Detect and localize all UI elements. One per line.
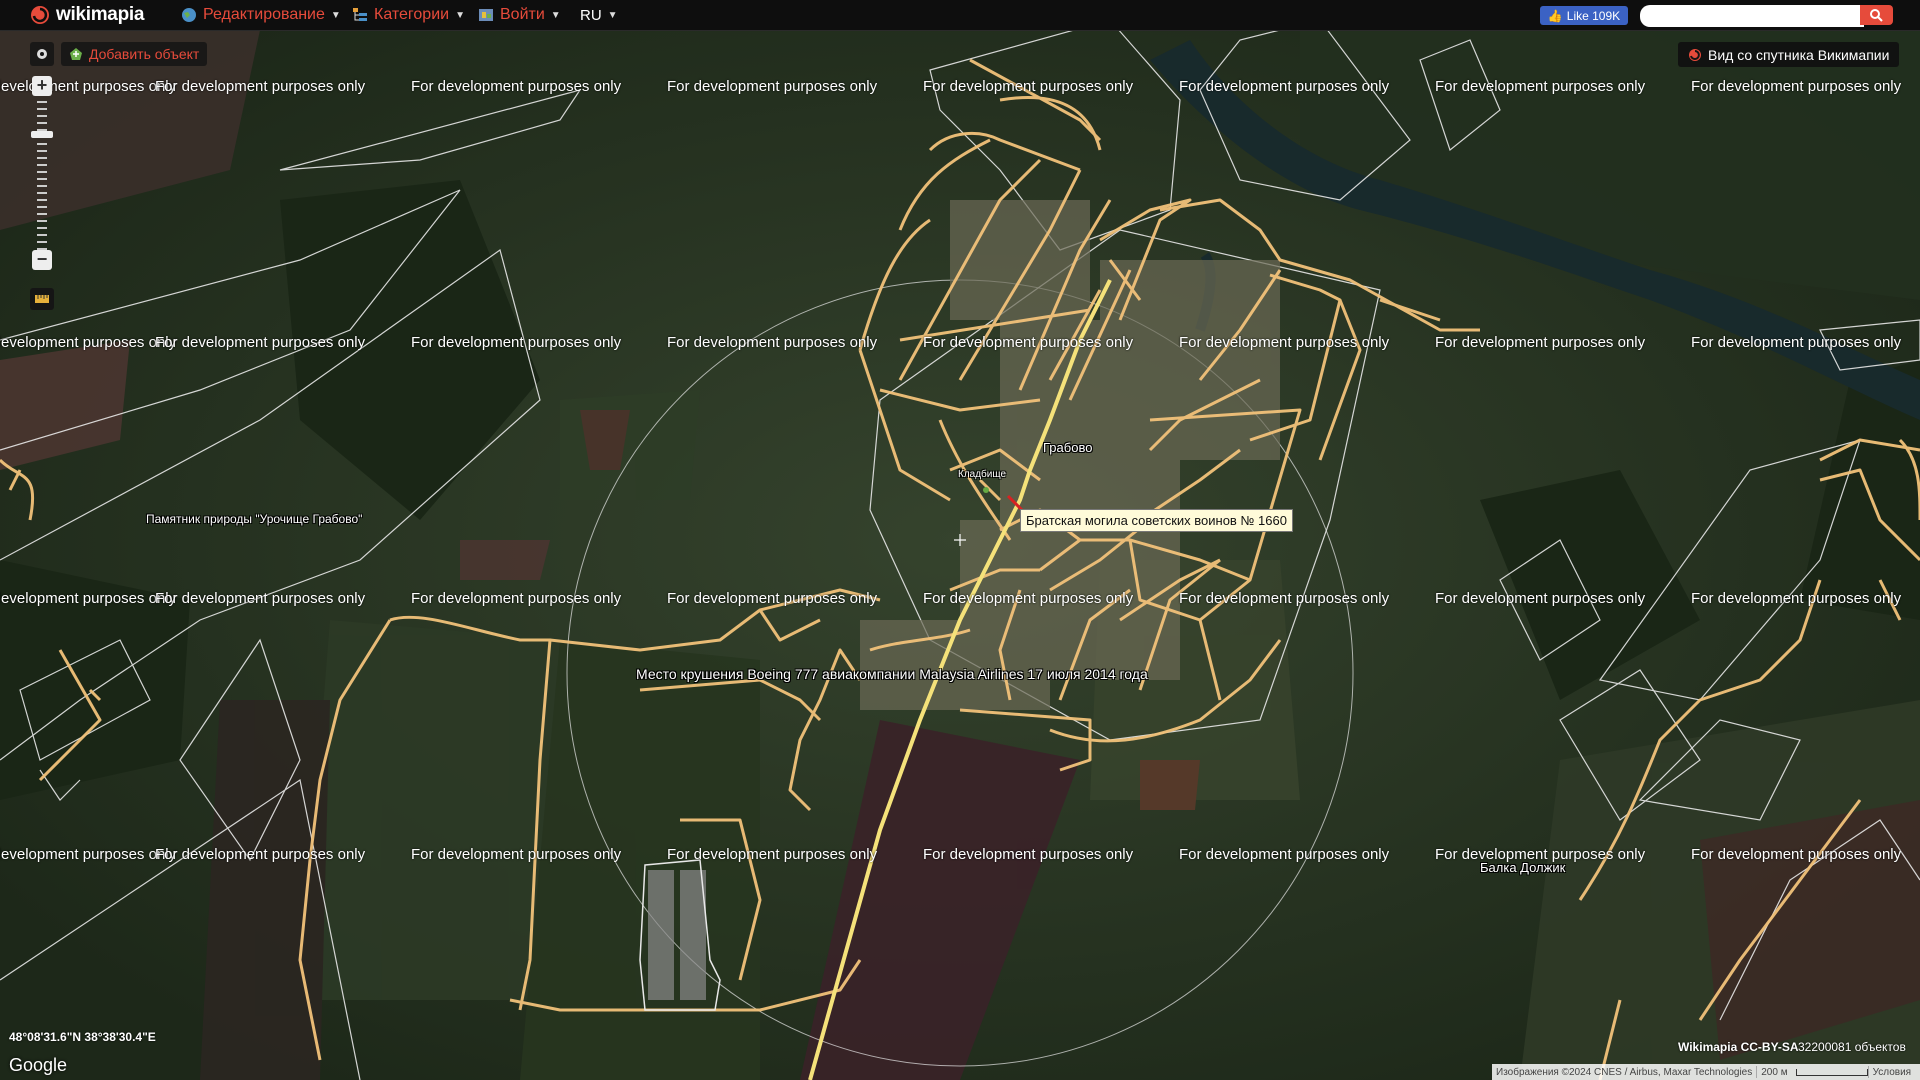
menu-edit[interactable]: Редактирование ▼ xyxy=(181,0,341,30)
ruler-icon xyxy=(35,295,49,303)
menu-categories[interactable]: Категории ▼ xyxy=(352,0,465,30)
watermark-text: For development purposes only xyxy=(0,334,177,351)
zoom-in-button[interactable]: + xyxy=(32,76,52,96)
zoom-slider-knob[interactable] xyxy=(31,131,53,138)
google-logo[interactable]: Google xyxy=(9,1055,67,1076)
chevron-down-icon: ▼ xyxy=(550,9,561,21)
facebook-like-button[interactable]: 👍 Like 109K xyxy=(1540,6,1628,25)
license-link[interactable]: Wikimapia CC-BY-SA xyxy=(1678,1040,1799,1054)
add-object-icon xyxy=(70,48,82,60)
watermark-text: For development purposes only xyxy=(0,846,177,863)
wikimapia-logo-icon xyxy=(31,6,49,24)
nature-monument-label[interactable]: Памятник природы "Урочище Грабово" xyxy=(146,512,362,526)
scale-bar xyxy=(1795,1068,1868,1076)
watermark-text: For development purposes only xyxy=(155,334,366,351)
watermark-text: For development purposes only xyxy=(1435,78,1646,95)
zoom-track[interactable] xyxy=(37,94,47,250)
top-bar: wikimapia Редактирование ▼ Категории ▼ В… xyxy=(0,0,1920,31)
terms-link[interactable]: Условия xyxy=(1869,1067,1916,1078)
watermark-text: For development purposes only xyxy=(1435,334,1646,351)
search-button[interactable] xyxy=(1860,5,1893,25)
watermark-text: For development purposes only xyxy=(1179,78,1390,95)
language-label: RU xyxy=(580,6,602,24)
watermark-text: For development purposes only xyxy=(1691,334,1902,351)
facebook-like-label: Like 109K xyxy=(1566,8,1621,23)
cemetery-marker xyxy=(983,487,989,493)
cursor-coordinates: 48°08'31.6"N 38°38'30.4"E xyxy=(9,1030,156,1044)
menu-login[interactable]: Войти ▼ xyxy=(478,0,561,30)
scale-label: 200 м xyxy=(1761,1066,1788,1078)
map-canvas xyxy=(0,0,1920,1080)
watermark-text: For development purposes only xyxy=(411,590,622,607)
watermark-text: For development purposes only xyxy=(923,78,1134,95)
menu-edit-label: Редактирование xyxy=(203,6,325,23)
memorial-tooltip: Братская могила советских воинов № 1660 xyxy=(1020,509,1293,532)
login-icon xyxy=(479,9,493,21)
watermark-text: For development purposes only xyxy=(0,590,177,607)
add-object-label: Добавить объект xyxy=(89,46,200,62)
watermark-text: For development purposes only xyxy=(667,334,878,351)
satellite-view-button[interactable]: Вид со спутника Викимапии xyxy=(1678,42,1900,67)
satellite-view-label: Вид со спутника Викимапии xyxy=(1708,46,1890,63)
globe-icon xyxy=(182,8,196,22)
ruler-button[interactable] xyxy=(30,288,54,310)
watermark-text: For development purposes only xyxy=(1179,590,1390,607)
watermark-text: For development purposes only xyxy=(155,78,366,95)
watermark-text: For development purposes only xyxy=(1691,590,1902,607)
cemetery-label[interactable]: Кладбище xyxy=(958,469,1006,480)
watermark-text: For development purposes only xyxy=(155,590,366,607)
satellite-map[interactable] xyxy=(0,0,1920,1080)
imagery-credit: Изображения ©2024 CNES / Airbus, Maxar T… xyxy=(1496,1066,1753,1078)
watermark-text: For development purposes only xyxy=(1435,590,1646,607)
watermark-text: For development purposes only xyxy=(923,846,1134,863)
language-selector[interactable]: RU ▼ xyxy=(580,0,618,30)
village-label[interactable]: Грабово xyxy=(1043,440,1092,455)
search-icon xyxy=(1870,8,1883,22)
wikimapia-logo[interactable]: wikimapia xyxy=(30,3,144,27)
crash-site-label[interactable]: Место крушения Boeing 777 авиакомпании M… xyxy=(636,666,1148,682)
watermark-text: For development purposes only xyxy=(923,590,1134,607)
add-object-button[interactable]: Добавить объект xyxy=(61,42,208,66)
watermark-text: For development purposes only xyxy=(667,590,878,607)
attribution-bar: Изображения ©2024 CNES / Airbus, Maxar T… xyxy=(1492,1064,1920,1080)
search-input[interactable] xyxy=(1640,5,1864,27)
watermark-text: For development purposes only xyxy=(155,846,366,863)
chevron-down-icon: ▼ xyxy=(455,9,465,21)
ravine-label[interactable]: Балка Должик xyxy=(1480,860,1565,875)
settings-button[interactable] xyxy=(30,42,54,66)
object-count: 32200081 объектов xyxy=(1798,1040,1906,1054)
zoom-control[interactable]: + − xyxy=(30,76,54,272)
watermark-text: For development purposes only xyxy=(923,334,1134,351)
watermark-text: For development purposes only xyxy=(411,78,622,95)
category-tree-icon xyxy=(353,8,367,21)
watermark-text: For development purposes only xyxy=(667,846,878,863)
watermark-text: For development purposes only xyxy=(1179,846,1390,863)
gear-icon xyxy=(37,49,47,59)
chevron-down-icon: ▼ xyxy=(330,9,341,21)
watermark-text: For development purposes only xyxy=(1691,78,1902,95)
watermark-text: For development purposes only xyxy=(1691,846,1902,863)
logo-text: wikimapia xyxy=(56,4,145,25)
watermark-text: For development purposes only xyxy=(667,78,878,95)
chevron-down-icon: ▼ xyxy=(607,9,618,21)
watermark-text: For development purposes only xyxy=(0,78,177,95)
watermark-text: For development purposes only xyxy=(1179,334,1390,351)
thumbs-up-icon: 👍 xyxy=(1547,8,1563,23)
zoom-out-button[interactable]: − xyxy=(32,250,52,270)
wikimapia-logo-icon xyxy=(1689,48,1701,61)
menu-categories-label: Категории xyxy=(374,6,450,23)
watermark-text: For development purposes only xyxy=(411,334,622,351)
watermark-text: For development purposes only xyxy=(411,846,622,863)
menu-login-label: Войти xyxy=(500,6,545,23)
